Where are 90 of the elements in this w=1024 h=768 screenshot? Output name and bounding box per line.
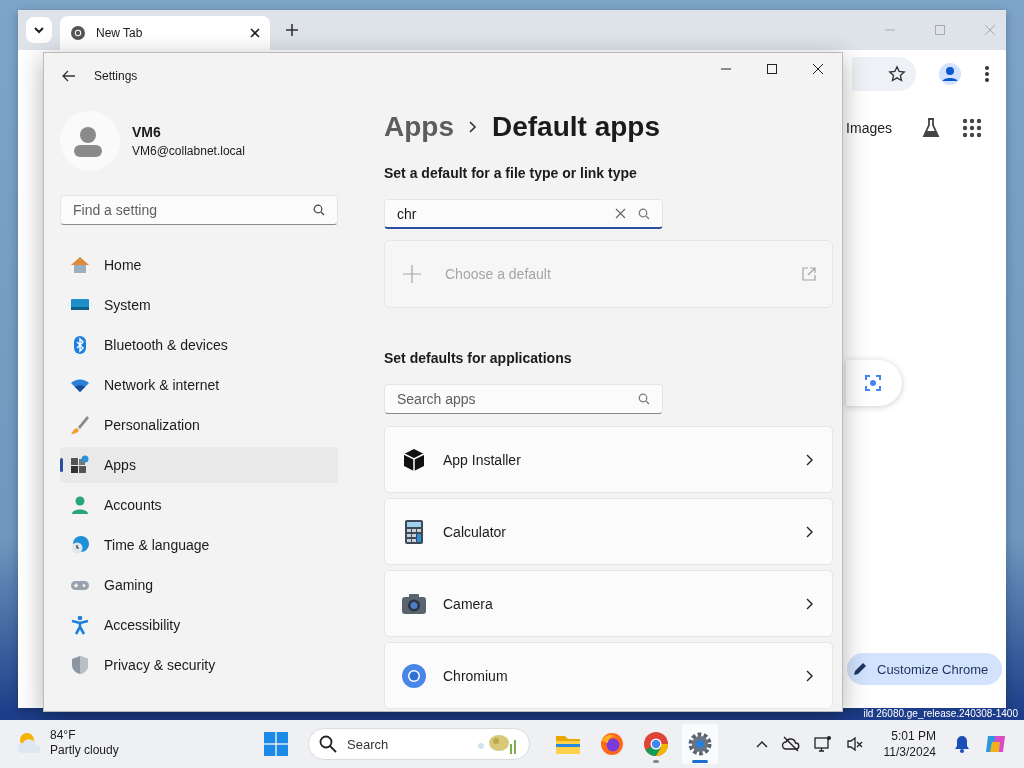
nav-item[interactable]: Privacy & security (60, 647, 338, 683)
app-row[interactable]: Camera (384, 570, 833, 637)
search-field[interactable]: Search apps (384, 384, 663, 414)
app-name: Chromium (443, 667, 508, 684)
window-title: Settings (94, 69, 138, 83)
cloud-off-icon[interactable] (781, 736, 800, 752)
bell-icon[interactable] (954, 735, 970, 753)
user-email: VM6@collabnet.local (132, 144, 245, 158)
person-icon (70, 495, 90, 515)
app-row[interactable]: App Installer (384, 426, 833, 493)
chevron-right-icon (468, 120, 478, 134)
close-icon[interactable] (250, 28, 260, 38)
chevron-right-icon (806, 453, 814, 466)
chrome-icon (643, 731, 669, 757)
app-name: Camera (443, 595, 493, 612)
camera-search-icon[interactable] (864, 374, 882, 392)
chevron-up-icon[interactable] (755, 740, 768, 748)
search-field[interactable]: Find a setting (60, 195, 338, 225)
search-icon[interactable] (638, 207, 650, 220)
search-input[interactable]: chr (397, 205, 603, 222)
apps-icon (70, 455, 90, 475)
app-name: Calculator (443, 523, 507, 540)
taskbar-app-button[interactable] (682, 724, 718, 764)
nav-item[interactable]: Time & language (60, 527, 338, 563)
brush-icon (70, 415, 90, 435)
package-icon (401, 446, 427, 473)
clear-icon[interactable] (615, 208, 626, 219)
pencil-icon (853, 662, 867, 676)
browser-tab[interactable]: New Tab (60, 16, 270, 50)
chevron-right-icon (806, 525, 814, 538)
home-icon (70, 255, 90, 275)
search-highlight-icon (475, 732, 519, 756)
close-icon[interactable] (812, 63, 824, 75)
gear-icon (687, 731, 713, 757)
app-name: App Installer (443, 451, 521, 468)
nav-item[interactable]: Network & internet (60, 367, 338, 403)
plus-icon (403, 265, 421, 283)
external-link-icon (802, 267, 816, 281)
address-bar[interactable] (852, 57, 916, 91)
images-link[interactable]: Images (846, 120, 892, 136)
nav-item[interactable]: Home (60, 247, 338, 283)
customize-chrome-button[interactable]: Customize Chrome (847, 653, 1003, 685)
app-row[interactable]: Calculator (384, 498, 833, 565)
search-input[interactable]: Find a setting (73, 202, 301, 218)
menu-icon[interactable] (984, 65, 990, 83)
user-name: VM6 (132, 124, 162, 140)
search-input[interactable]: Search apps (397, 391, 626, 407)
volume-muted-icon[interactable] (845, 736, 864, 752)
start-button-icon[interactable] (264, 732, 288, 756)
chevron-down-icon (33, 24, 45, 36)
accessibility-icon (70, 615, 90, 635)
maximize-icon[interactable] (766, 63, 778, 75)
new-tab-icon[interactable] (286, 24, 298, 36)
globe-icon (70, 535, 90, 555)
nav-item[interactable]: Gaming (60, 567, 338, 603)
tab-search-button[interactable] (26, 17, 52, 43)
page-title: Default apps (492, 111, 661, 143)
monitor-icon[interactable] (813, 735, 832, 753)
build-watermark-text: ild 26080.ge_release.240308-1400 (861, 708, 1020, 720)
chevron-right-icon (806, 669, 814, 682)
chrome-icon (70, 25, 86, 41)
shield-icon (70, 655, 90, 675)
taskbar-search-box[interactable]: Search (308, 728, 530, 760)
nav-item[interactable]: Apps (60, 447, 338, 483)
app-row[interactable]: Chromium (384, 642, 833, 709)
nav-item[interactable]: Accounts (60, 487, 338, 523)
search-field[interactable]: chr (384, 199, 663, 229)
clock[interactable]: 5:01 PM 11/3/2024 (883, 728, 936, 760)
search-icon[interactable] (313, 204, 325, 216)
firefox-icon (599, 731, 625, 757)
weather-widget[interactable]: 84°F Partly cloudy (16, 728, 119, 758)
chromium-icon (401, 662, 427, 689)
section-heading: Set a default for a file type or link type (384, 165, 637, 181)
apps-grid-icon[interactable] (962, 118, 982, 138)
nav-item[interactable]: System (60, 287, 338, 323)
search-box[interactable] (846, 360, 902, 406)
nav-item[interactable]: Personalization (60, 407, 338, 443)
search-icon (319, 735, 337, 753)
flask-icon[interactable] (922, 118, 940, 138)
nav-item[interactable]: Accessibility (60, 607, 338, 643)
search-icon[interactable] (638, 393, 650, 405)
bookmark-star-icon[interactable] (888, 65, 906, 83)
avatar-icon (60, 111, 120, 171)
nav-item[interactable]: Bluetooth & devices (60, 327, 338, 363)
tab-title: New Tab (96, 26, 144, 40)
section-heading: Set defaults for applications (384, 350, 572, 366)
profile-icon[interactable] (938, 62, 962, 86)
back-arrow-icon[interactable] (62, 69, 76, 83)
chevron-right-icon (806, 597, 814, 610)
breadcrumb-link[interactable]: Apps (384, 111, 454, 143)
